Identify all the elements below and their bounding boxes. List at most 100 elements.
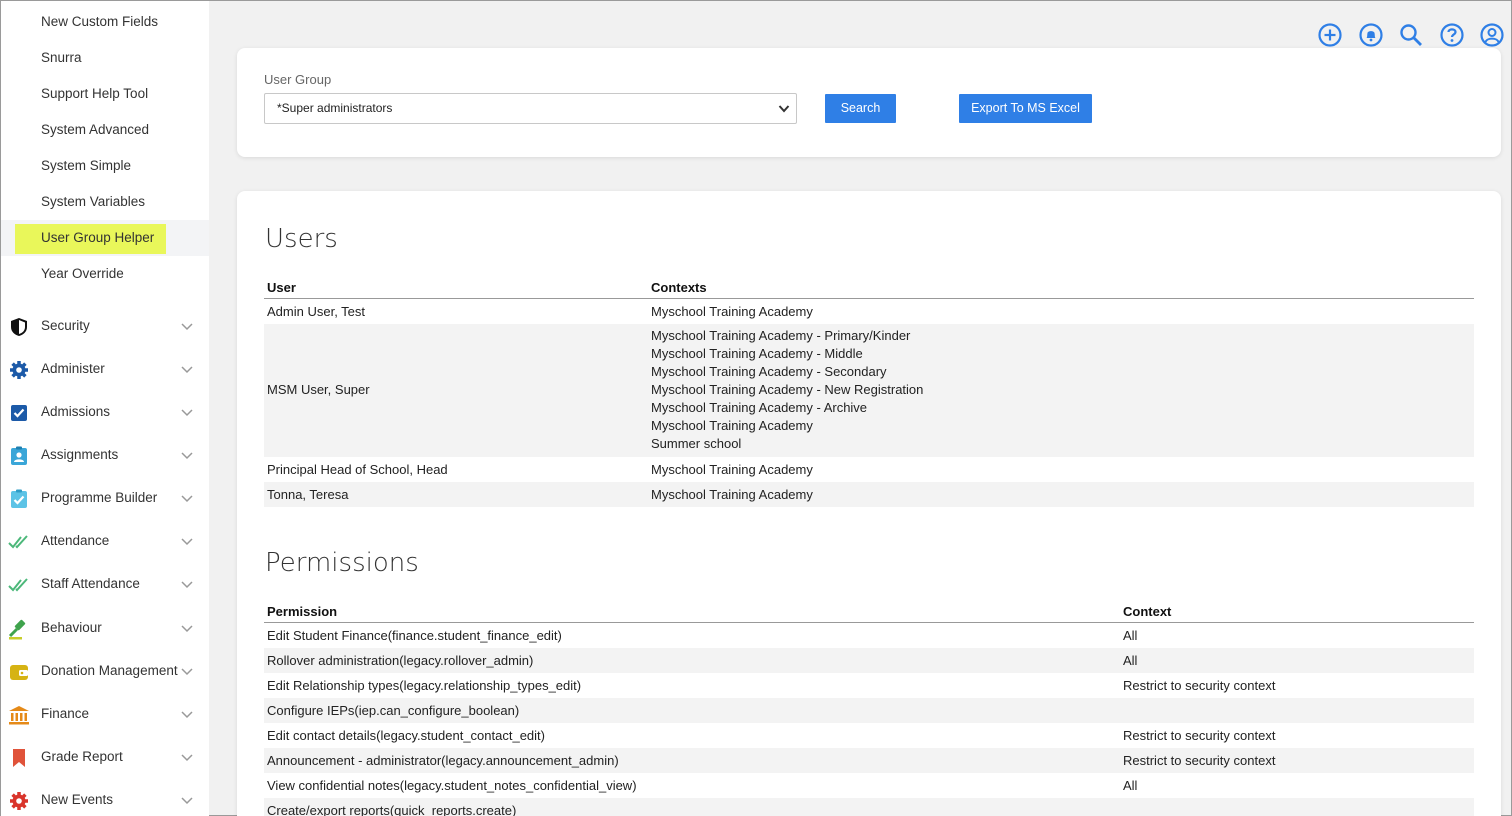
user-icon[interactable] [1479,22,1505,48]
clipboard-check-icon [11,489,27,508]
permission-name: Create/export reports(quick_reports.crea… [267,803,517,816]
permissions-section-title: Permissions [265,548,419,578]
permissions-col-context: Context [1123,604,1172,619]
user-contexts-list: Myschool Training Academy - Primary/Kind… [651,327,923,453]
sidebar-subitem-user-group-helper[interactable]: User Group Helper [1,220,209,256]
table-row: Admin User, Test Myschool Training Acade… [264,299,1474,324]
user-context: Myschool Training Academy - Primary/Kind… [651,328,911,343]
sidebar-item-label: New Events [41,792,114,807]
clipboard-user-icon [11,446,27,465]
table-row: Announcement - administrator(legacy.anno… [264,748,1474,773]
table-row: View confidential notes(legacy.student_n… [264,773,1474,798]
search-icon[interactable] [1398,22,1424,48]
chevron-down-icon [181,366,193,374]
table-row: Tonna, Teresa Myschool Training Academy [264,482,1474,507]
user-context: Summer school [651,436,742,451]
user-context: Myschool Training Academy [651,304,813,319]
user-group-selected-value: *Super administrators [277,101,393,115]
sidebar: New Custom Fields Snurra Support Help To… [1,1,209,816]
table-row: Edit Student Finance(finance.student_fin… [264,623,1474,648]
sidebar-subitem-label: Snurra [41,50,82,65]
permission-name: Edit Student Finance(finance.student_fin… [267,628,562,643]
sidebar-subitem-system-simple[interactable]: System Simple [1,148,209,184]
permission-context: Restrict to security context [1123,678,1276,693]
users-col-user: User [267,280,296,295]
sidebar-item-administer[interactable]: Administer [1,351,209,387]
sidebar-subitem-label: System Advanced [41,122,150,137]
sidebar-subitem-support-help-tool[interactable]: Support Help Tool [1,76,209,112]
sidebar-subitem-year-override[interactable]: Year Override [1,256,209,292]
sidebar-subitem-label: Year Override [41,266,124,281]
add-circle-icon[interactable] [1317,22,1343,48]
permission-name: Edit Relationship types(legacy.relations… [267,678,582,693]
users-col-contexts: Contexts [651,280,707,295]
sidebar-item-staff-attendance[interactable]: Staff Attendance [1,566,209,602]
permission-name: Rollover administration(legacy.rollover_… [267,653,534,668]
sidebar-item-label: Security [41,318,90,333]
sidebar-item-label: Admissions [41,404,111,419]
chevron-down-icon [181,668,193,676]
sidebar-item-attendance[interactable]: Attendance [1,523,209,559]
sidebar-item-label: Administer [41,361,105,376]
chevron-down-icon [778,105,790,113]
gear-icon [10,361,28,379]
table-row: Edit contact details(legacy.student_cont… [264,723,1474,748]
bookmark-icon [13,749,25,767]
sidebar-item-label: Finance [41,706,90,721]
sidebar-item-programme-builder[interactable]: Programme Builder [1,480,209,516]
sidebar-subitem-label: User Group Helper [41,230,155,245]
sidebar-item-donation-management[interactable]: Donation Management [1,653,209,689]
table-row: Configure IEPs(iep.can_configure_boolean… [264,698,1474,723]
sidebar-subitem-label: Support Help Tool [41,86,149,101]
chevron-down-icon [181,538,193,546]
chevron-down-icon [181,581,193,589]
help-icon[interactable] [1439,22,1465,48]
sidebar-item-assignments[interactable]: Assignments [1,437,209,473]
export-excel-button[interactable]: Export To MS Excel [959,94,1092,123]
permission-context: Restrict to security context [1123,728,1276,743]
sidebar-subitem-label: System Variables [41,194,146,209]
table-row: MSM User, Super Myschool Training Academ… [264,324,1474,457]
bank-icon [9,706,29,725]
sidebar-subitem-system-advanced[interactable]: System Advanced [1,112,209,148]
user-group-select[interactable]: *Super administrators [264,93,797,124]
user-context: Myschool Training Academy - New Registra… [651,382,924,397]
sidebar-subitem-snurra[interactable]: Snurra [1,40,209,76]
permissions-col-permission: Permission [267,604,338,619]
permission-name: Announcement - administrator(legacy.anno… [267,753,619,768]
user-name: Tonna, Teresa [267,487,349,502]
user-name: Admin User, Test [267,304,366,319]
sidebar-item-finance[interactable]: Finance [1,696,209,732]
wallet-icon [10,665,28,680]
permission-context: Restrict to security context [1123,753,1276,768]
sidebar-item-new-events[interactable]: New Events [1,782,209,816]
double-check-icon [8,578,28,592]
search-button[interactable]: Search [825,94,896,123]
sidebar-item-label: Attendance [41,533,110,548]
users-table-header: User Contexts [264,275,1474,299]
permission-name: View confidential notes(legacy.student_n… [267,778,637,793]
permissions-table-header: Permission Context [264,599,1474,623]
chevron-down-icon [181,754,193,762]
user-name: MSM User, Super [267,382,370,397]
sidebar-item-behaviour[interactable]: Behaviour [1,610,209,646]
permission-context: All [1123,778,1138,793]
sidebar-item-grade-report[interactable]: Grade Report [1,739,209,775]
sidebar-subitem-system-variables[interactable]: System Variables [1,184,209,220]
chevron-down-icon [181,409,193,417]
user-context: Myschool Training Academy - Middle [651,346,863,361]
user-context: Myschool Training Academy [651,462,813,477]
double-check-icon [8,535,28,549]
chevron-down-icon [181,495,193,503]
sidebar-item-label: Assignments [41,447,119,462]
user-context: Myschool Training Academy - Archive [651,400,868,415]
bell-icon[interactable] [1358,22,1384,48]
checkbox-icon [11,405,27,421]
sidebar-item-security[interactable]: Security [1,308,209,344]
permission-name: Configure IEPs(iep.can_configure_boolean… [267,703,520,718]
sidebar-item-label: Programme Builder [41,490,158,505]
table-row: Create/export reports(quick_reports.crea… [264,798,1474,816]
user-context: Myschool Training Academy - Secondary [651,364,887,379]
sidebar-subitem-new-custom-fields[interactable]: New Custom Fields [1,4,209,40]
sidebar-item-admissions[interactable]: Admissions [1,394,209,430]
